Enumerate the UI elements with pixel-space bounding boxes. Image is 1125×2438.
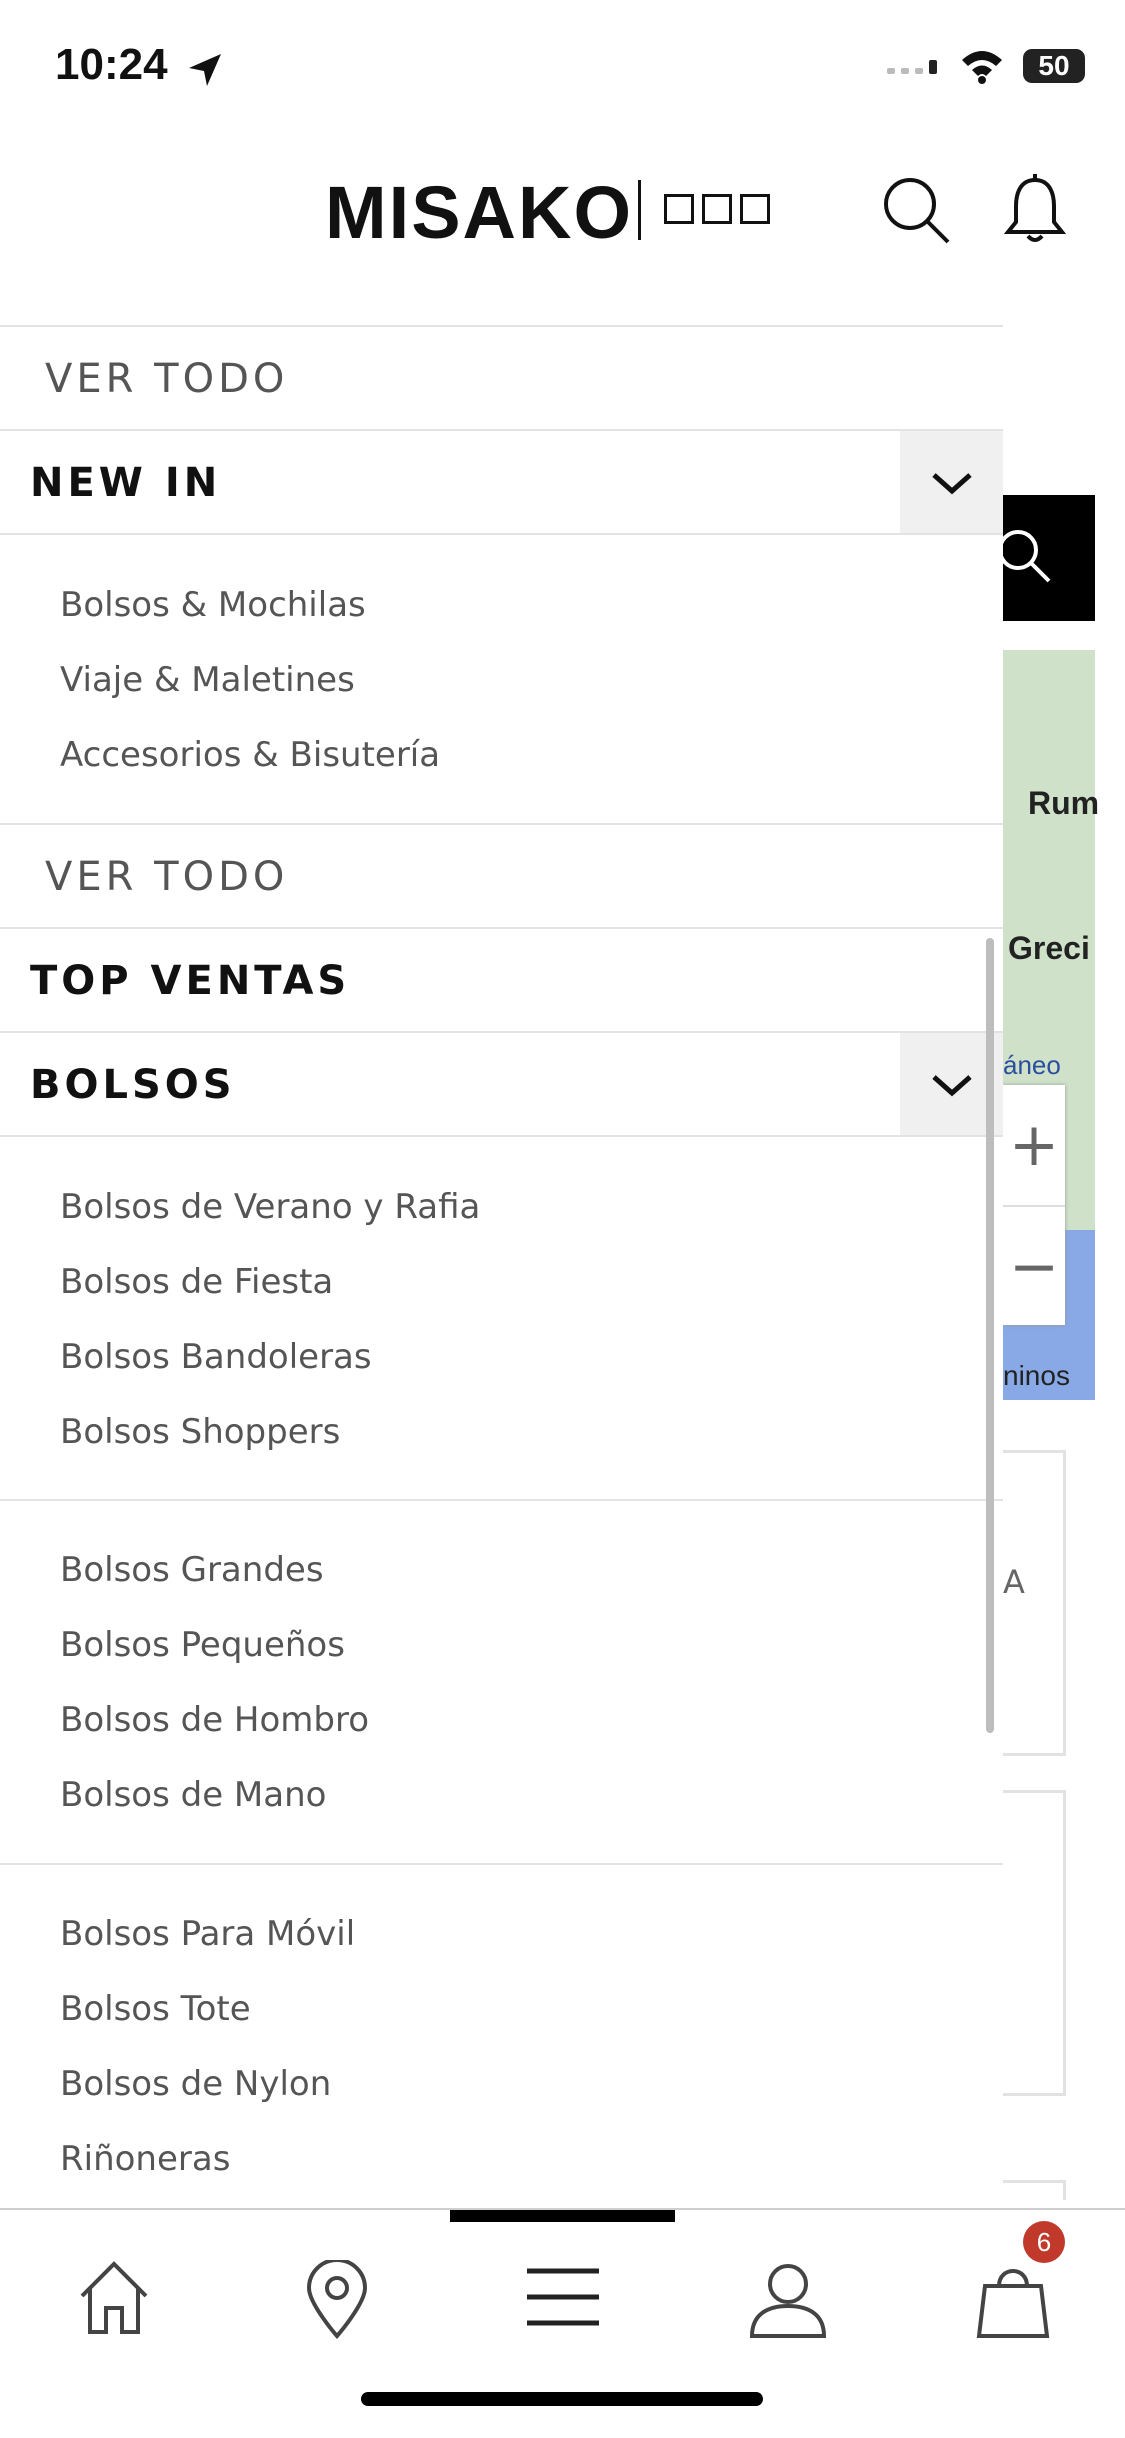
map-search-button[interactable] xyxy=(1003,495,1095,621)
submenu-item[interactable]: Bolsos Bandoleras xyxy=(60,1337,372,1377)
home-icon[interactable] xyxy=(78,2260,150,2336)
divider xyxy=(0,1135,1003,1137)
search-icon[interactable] xyxy=(880,174,952,246)
submenu-item[interactable]: Bolsos Para Móvil xyxy=(60,1914,355,1954)
location-pin-icon[interactable] xyxy=(303,2260,371,2340)
divider xyxy=(0,533,1003,535)
submenu-item[interactable]: Riñoneras xyxy=(60,2139,230,2179)
ver-todo-label: VER TODO xyxy=(45,854,289,900)
ver-todo-link[interactable]: VER TODO xyxy=(0,823,1003,929)
user-icon[interactable] xyxy=(748,2260,828,2340)
submenu-item[interactable]: Bolsos Grandes xyxy=(60,1550,324,1590)
submenu-item[interactable]: Accesorios & Bisutería xyxy=(60,735,440,775)
menu-icon[interactable] xyxy=(525,2265,601,2329)
map-label: Rum xyxy=(1028,785,1100,821)
store-card[interactable]: A xyxy=(1003,1450,1066,1756)
logo-divider xyxy=(638,180,641,240)
status-bar: 10:24 50 xyxy=(0,0,1125,130)
cart-badge: 6 xyxy=(1023,2221,1065,2263)
chevron-down-icon xyxy=(931,473,972,495)
divider xyxy=(0,1863,1003,1865)
ver-todo-link[interactable]: VER TODO xyxy=(0,325,1003,431)
bell-icon[interactable] xyxy=(1002,174,1068,246)
submenu-item[interactable]: Bolsos de Verano y Rafia xyxy=(60,1187,480,1227)
battery-icon: 50 xyxy=(1023,49,1085,83)
section-title: BOLSOS xyxy=(30,1062,236,1108)
map-label: áneo xyxy=(1003,1050,1061,1080)
submenu-item[interactable]: Bolsos Tote xyxy=(60,1989,251,2029)
app-header: MISAKO xyxy=(0,150,1125,275)
signal-icon xyxy=(887,60,937,74)
location-arrow-icon xyxy=(189,54,221,86)
submenu-item[interactable]: Bolsos de Hombro xyxy=(60,1700,369,1740)
status-icons: 50 xyxy=(885,48,1085,84)
map-zoom-control: + − xyxy=(1003,1085,1065,1325)
section-bolsos[interactable]: BOLSOS xyxy=(0,1031,1003,1137)
submenu-item[interactable]: Bolsos Pequeños xyxy=(60,1625,345,1665)
ver-todo-label: VER TODO xyxy=(45,356,289,402)
logo-mark-icon xyxy=(664,194,770,224)
section-new-in[interactable]: NEW IN xyxy=(0,429,1003,535)
map-label: Greci xyxy=(1008,930,1090,966)
submenu-item[interactable]: Bolsos de Fiesta xyxy=(60,1262,333,1302)
section-top-ventas[interactable]: TOP VENTAS xyxy=(0,927,1003,1033)
submenu-item[interactable]: Viaje & Maletines xyxy=(60,660,355,700)
side-drawer-menu: VER TODO NEW IN Bolsos & Mochilas Viaje … xyxy=(0,325,1003,2210)
active-tab-indicator xyxy=(450,2210,675,2222)
zoom-out-button[interactable]: − xyxy=(1003,1205,1065,1327)
shopping-bag-icon[interactable] xyxy=(975,2260,1051,2340)
status-time: 10:24 xyxy=(55,40,168,89)
wifi-icon xyxy=(962,51,1002,84)
drawer-scrollbar[interactable] xyxy=(986,938,994,1733)
submenu-item[interactable]: Bolsos & Mochilas xyxy=(60,585,366,625)
home-indicator xyxy=(361,2392,763,2406)
store-card[interactable] xyxy=(1003,2180,1066,2200)
section-title: TOP VENTAS xyxy=(30,958,351,1004)
search-icon xyxy=(1003,530,1051,583)
divider xyxy=(0,1499,1003,1501)
brand-logo[interactable]: MISAKO xyxy=(325,170,633,255)
store-card[interactable] xyxy=(1003,1790,1066,2096)
submenu-item[interactable]: Bolsos de Nylon xyxy=(60,2064,331,2104)
submenu-item[interactable]: Bolsos de Mano xyxy=(60,1775,326,1815)
zoom-in-button[interactable]: + xyxy=(1003,1085,1065,1205)
submenu-item[interactable]: Bolsos Shoppers xyxy=(60,1412,340,1452)
store-card-letter: A xyxy=(1003,1563,1025,1601)
section-title: NEW IN xyxy=(30,460,222,506)
expand-toggle[interactable] xyxy=(900,431,1003,535)
map-terms-link[interactable]: ninos xyxy=(1003,1360,1070,1392)
background-page: Rum Greci áneo + − ninos A xyxy=(1003,300,1103,2200)
chevron-down-icon xyxy=(931,1075,972,1097)
